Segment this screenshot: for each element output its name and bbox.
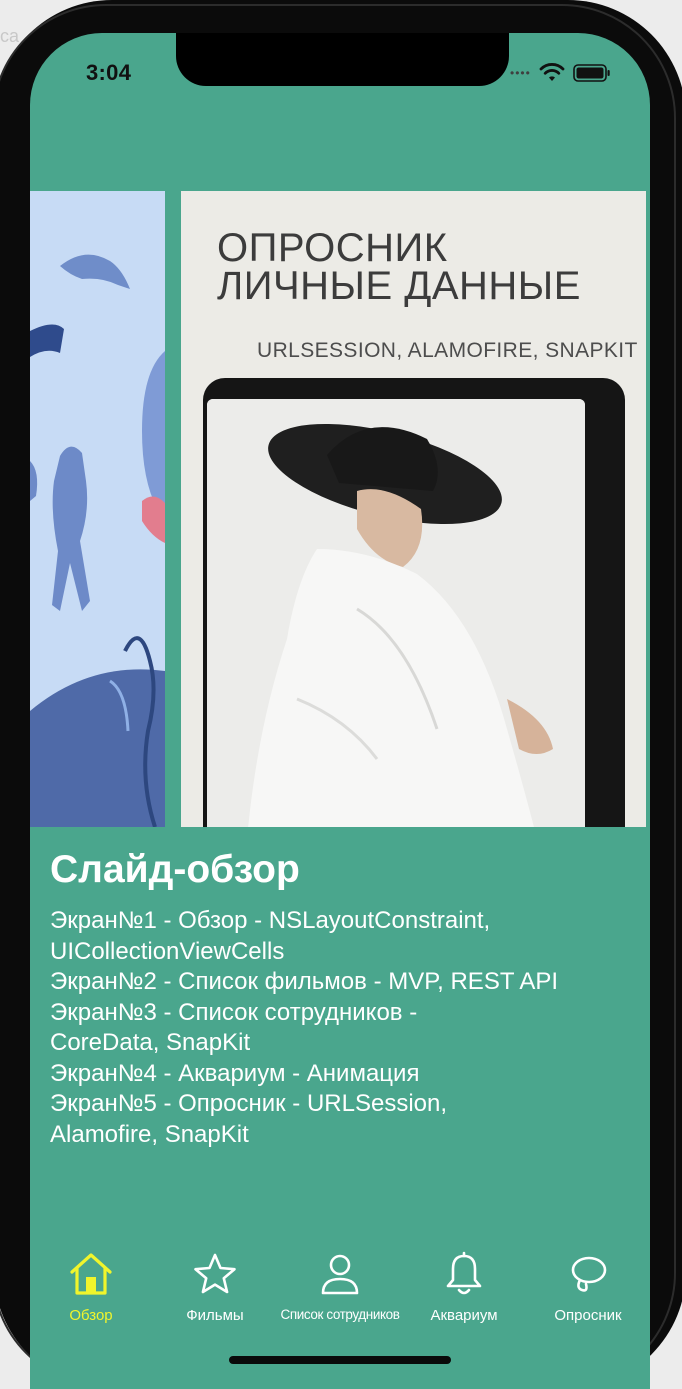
slide-carousel[interactable]: ОПРОСНИК ЛИЧНЫЕ ДАННЫЕ URLSESSION, ALAMO… bbox=[30, 191, 650, 827]
battery-icon bbox=[573, 64, 610, 82]
description-line: UICollectionViewCells bbox=[50, 937, 285, 965]
carousel-slide-current[interactable]: ОПРОСНИК ЛИЧНЫЕ ДАННЫЕ URLSESSION, ALAMO… bbox=[181, 191, 646, 827]
tab-films[interactable]: Фильмы bbox=[150, 1244, 280, 1324]
house-icon bbox=[70, 1253, 112, 1295]
bell-icon bbox=[446, 1251, 482, 1295]
aquarium-illustration bbox=[30, 191, 165, 827]
carousel-slide-previous[interactable] bbox=[30, 191, 165, 827]
description-line: CoreData, SnapKit bbox=[50, 1029, 251, 1056]
tab-employees[interactable]: Список сотрудников bbox=[275, 1244, 405, 1322]
tab-survey[interactable]: Опросник bbox=[523, 1244, 653, 1324]
wifi-icon bbox=[539, 63, 565, 81]
person-icon bbox=[321, 1254, 359, 1295]
tab-label: Список сотрудников bbox=[280, 1307, 400, 1322]
tablet-screen-photo bbox=[207, 399, 585, 827]
person-photo-illustration bbox=[207, 399, 585, 827]
slide-poster-title: ОПРОСНИК ЛИЧНЫЕ ДАННЫЕ bbox=[217, 228, 581, 308]
description-line: Экран№5 - Опросник - URLSession, bbox=[50, 1090, 448, 1117]
description-text: Экран№1 - Обзор - NSLayoutConstraint, UI… bbox=[50, 906, 640, 1150]
tab-label: Фильмы bbox=[186, 1307, 244, 1324]
tab-label: Опросник bbox=[554, 1307, 622, 1324]
notch bbox=[176, 33, 509, 86]
tab-aquarium[interactable]: Аквариум bbox=[399, 1244, 529, 1324]
status-icons: •••• bbox=[510, 62, 611, 84]
description-line: Экран№1 - Обзор - NSLayoutConstraint, bbox=[50, 907, 491, 934]
description-line: Alamofire, SnapKit bbox=[50, 1120, 249, 1148]
star-icon bbox=[194, 1253, 236, 1294]
status-time: 3:04 bbox=[86, 60, 132, 85]
home-indicator[interactable] bbox=[229, 1356, 451, 1364]
tab-bar: Обзор Фильмы Список сотрудников Аквариум bbox=[30, 1244, 650, 1344]
device-frame: 3:04 •••• ОПРОСНИК ЛИЧНЫЕ ДАННЫЕ URLSESS… bbox=[0, 0, 682, 1389]
lasso-icon bbox=[571, 1256, 607, 1292]
slide-title-line2: ЛИЧНЫЕ ДАННЫЕ bbox=[217, 264, 581, 308]
signal-dots-icon: •••• bbox=[510, 66, 531, 80]
description-line: Экран№4 - Аквариум - Анимация bbox=[50, 1059, 420, 1087]
tab-label: Аквариум bbox=[430, 1307, 498, 1324]
slide-poster-subtitle: URLSESSION, ALAMOFIRE, SNAPKIT bbox=[257, 339, 638, 362]
description-line: Экран№2 - Список фильмов - MVP, REST API bbox=[50, 968, 559, 995]
page-title: Слайд-обзор bbox=[50, 848, 300, 891]
tab-overview[interactable]: Обзор bbox=[26, 1244, 156, 1324]
description-line: Экран№3 - Список сотрудников - bbox=[50, 998, 418, 1026]
tab-label: Обзор bbox=[69, 1307, 113, 1324]
